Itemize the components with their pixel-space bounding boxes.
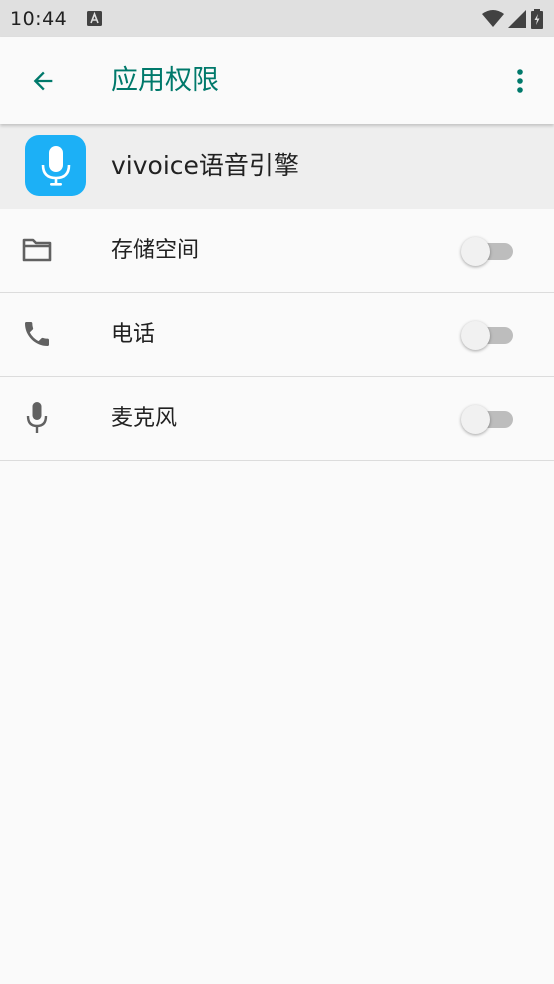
text-a-icon xyxy=(87,11,103,26)
switch-thumb xyxy=(461,321,490,350)
wifi-icon xyxy=(482,9,504,27)
permission-row-microphone[interactable]: 麦克风 xyxy=(0,377,554,461)
more-vert-icon xyxy=(517,69,523,93)
permission-icon xyxy=(18,315,56,353)
arrow-left-icon xyxy=(33,71,53,91)
permission-row-storage[interactable]: 存储空间 xyxy=(0,209,554,293)
app-header: vivoice语音引擎 xyxy=(0,124,554,209)
phone-permission-switch[interactable] xyxy=(461,319,515,351)
switch-thumb xyxy=(461,237,490,266)
app-bar: 应用权限 xyxy=(0,37,554,124)
back-button[interactable] xyxy=(22,60,64,102)
microphone-icon xyxy=(41,145,70,186)
permission-icon xyxy=(18,399,56,437)
switch-thumb xyxy=(461,405,490,434)
folder-icon xyxy=(22,238,52,262)
status-time: 10:44 xyxy=(10,7,68,30)
permission-list: 存储空间 电话 麦克风 xyxy=(0,209,554,461)
app-name: vivoice语音引擎 xyxy=(111,151,299,180)
status-left: 10:44 xyxy=(10,7,103,30)
more-options-button[interactable] xyxy=(500,60,540,102)
battery-charging-icon xyxy=(531,8,543,29)
page-title: 应用权限 xyxy=(111,65,219,96)
permission-label: 存储空间 xyxy=(111,238,200,263)
permission-label: 麦克风 xyxy=(111,406,178,431)
permission-row-phone[interactable]: 电话 xyxy=(0,293,554,377)
microphone-icon xyxy=(26,402,48,433)
microphone-permission-switch[interactable] xyxy=(461,403,515,435)
permission-label: 电话 xyxy=(111,322,156,347)
storage-permission-switch[interactable] xyxy=(461,235,515,267)
app-icon xyxy=(25,135,86,196)
cell-signal-icon xyxy=(508,9,526,28)
status-bar: 10:44 xyxy=(0,0,554,37)
status-right xyxy=(482,8,544,29)
phone-icon xyxy=(25,322,49,346)
permission-icon xyxy=(18,231,56,269)
